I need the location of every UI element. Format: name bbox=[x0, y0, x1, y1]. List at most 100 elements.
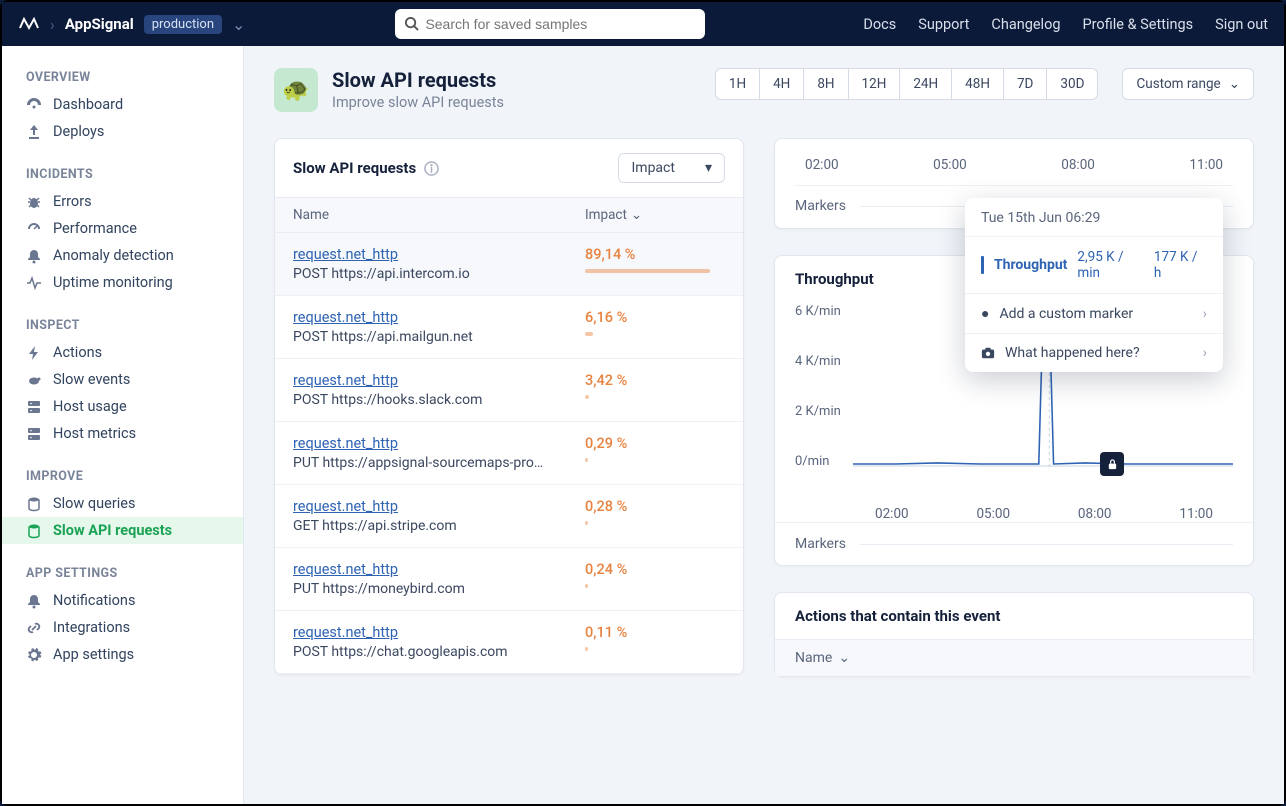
time-range-button[interactable]: 48H bbox=[952, 68, 1004, 100]
x-axis-label: 11:00 bbox=[1179, 506, 1213, 522]
tooltip-metric-name: Throughput bbox=[994, 257, 1067, 273]
top-nav: › AppSignal production ⌄ Docs Support Chan… bbox=[2, 2, 1284, 46]
sidebar-item[interactable]: Host usage bbox=[2, 393, 243, 420]
impact-bar bbox=[585, 521, 588, 525]
bolt-icon bbox=[26, 345, 42, 361]
actions-title: Actions that contain this event bbox=[775, 593, 1253, 639]
time-range-button[interactable]: 4H bbox=[760, 68, 804, 100]
table-row[interactable]: request.net_http PUT https://moneybird.c… bbox=[275, 548, 743, 611]
sidebar-section-title: INSPECT bbox=[2, 310, 243, 339]
sidebar-item[interactable]: Notifications bbox=[2, 587, 243, 614]
request-link[interactable]: request.net_http bbox=[293, 561, 585, 578]
what-happened-button[interactable]: What happened here? › bbox=[965, 333, 1223, 372]
request-link[interactable]: request.net_http bbox=[293, 624, 585, 641]
add-marker-button[interactable]: ● Add a custom marker › bbox=[965, 293, 1223, 333]
nav-link[interactable]: Changelog bbox=[991, 16, 1060, 33]
sidebar-item-label: Anomaly detection bbox=[53, 247, 174, 264]
sidebar-item[interactable]: Slow events bbox=[2, 366, 243, 393]
impact-select[interactable]: Impact ▾ bbox=[618, 153, 725, 183]
table-row[interactable]: request.net_http POST https://chat.googl… bbox=[275, 611, 743, 674]
request-link[interactable]: request.net_http bbox=[293, 372, 585, 389]
dashboard-icon bbox=[26, 97, 42, 113]
sidebar-item[interactable]: App settings bbox=[2, 641, 243, 668]
sidebar-item[interactable]: Deploys bbox=[2, 118, 243, 145]
time-range-button[interactable]: 24H bbox=[900, 68, 952, 100]
impact-bar bbox=[585, 269, 710, 273]
table-row[interactable]: request.net_http POST https://api.mailgu… bbox=[275, 296, 743, 359]
request-link[interactable]: request.net_http bbox=[293, 498, 585, 515]
chevron-right-icon: › bbox=[1203, 306, 1207, 322]
server-icon bbox=[26, 426, 42, 442]
tooltip-per-min: 2,95 K / min bbox=[1077, 249, 1148, 281]
link-icon bbox=[26, 620, 42, 636]
time-range-button[interactable]: 1H bbox=[715, 68, 760, 100]
impact-bar bbox=[585, 584, 588, 588]
sidebar-item[interactable]: Integrations bbox=[2, 614, 243, 641]
impact-value: 3,42 % bbox=[585, 372, 725, 389]
sidebar-item[interactable]: Errors bbox=[2, 188, 243, 215]
sidebar-item[interactable]: Slow queries bbox=[2, 490, 243, 517]
actions-header-name[interactable]: Name ⌄ bbox=[775, 639, 1253, 676]
request-link[interactable]: request.net_http bbox=[293, 246, 585, 263]
column-header-name[interactable]: Name bbox=[293, 207, 585, 223]
nav-link[interactable]: Support bbox=[918, 16, 969, 33]
time-range-button[interactable]: 12H bbox=[849, 68, 901, 100]
slow-requests-card: Slow API requests Impact ▾ Name bbox=[274, 138, 744, 675]
table-row[interactable]: request.net_http GET https://api.stripe.… bbox=[275, 485, 743, 548]
table-row[interactable]: request.net_http POST https://api.interc… bbox=[275, 233, 743, 296]
sidebar-item[interactable]: Dashboard bbox=[2, 91, 243, 118]
table-row[interactable]: request.net_http PUT https://appsignal-s… bbox=[275, 422, 743, 485]
x-axis-label: 08:00 bbox=[1078, 506, 1112, 522]
impact-value: 0,24 % bbox=[585, 561, 725, 578]
sidebar-item[interactable]: Host metrics bbox=[2, 420, 243, 447]
time-tick: 11:00 bbox=[1189, 157, 1223, 173]
request-detail: POST https://chat.googleapis.com bbox=[293, 644, 585, 660]
nav-link[interactable]: Sign out bbox=[1215, 16, 1268, 33]
sidebar-item[interactable]: Performance bbox=[2, 215, 243, 242]
sidebar-item-label: Slow events bbox=[53, 371, 130, 388]
request-detail: GET https://api.stripe.com bbox=[293, 518, 585, 534]
chevron-right-icon: › bbox=[50, 15, 55, 34]
search-input[interactable] bbox=[395, 9, 705, 39]
time-range-button[interactable]: 30D bbox=[1047, 68, 1098, 100]
sidebar-item-label: Dashboard bbox=[53, 96, 123, 113]
sidebar-item[interactable]: Actions bbox=[2, 339, 243, 366]
server-icon bbox=[26, 399, 42, 415]
app-name[interactable]: AppSignal bbox=[65, 15, 134, 33]
table-row[interactable]: request.net_http POST https://hooks.slac… bbox=[275, 359, 743, 422]
sidebar-item-label: Actions bbox=[53, 344, 102, 361]
camera-icon bbox=[981, 346, 995, 360]
caret-down-icon: ▾ bbox=[705, 160, 712, 176]
impact-value: 89,14 % bbox=[585, 246, 725, 263]
time-range-button[interactable]: 7D bbox=[1004, 68, 1047, 100]
column-header-impact[interactable]: Impact ⌄ bbox=[585, 207, 725, 223]
impact-bar bbox=[585, 647, 588, 651]
marker-icon: ● bbox=[981, 305, 989, 322]
custom-range-button[interactable]: Custom range ⌄ bbox=[1122, 68, 1254, 100]
info-icon[interactable] bbox=[424, 161, 439, 176]
nav-link[interactable]: Docs bbox=[863, 16, 896, 33]
lock-marker-icon[interactable] bbox=[1100, 452, 1124, 476]
sidebar-item[interactable]: Slow API requests bbox=[2, 517, 243, 544]
sidebar-item[interactable]: Uptime monitoring bbox=[2, 269, 243, 296]
x-axis-label: 02:00 bbox=[875, 506, 909, 522]
sidebar-item-label: Host metrics bbox=[53, 425, 136, 442]
request-detail: POST https://api.mailgun.net bbox=[293, 329, 585, 345]
markers-line bbox=[860, 544, 1233, 545]
time-range-button[interactable]: 8H bbox=[804, 68, 848, 100]
sidebar: OVERVIEWDashboardDeploysINCIDENTSErrorsP… bbox=[2, 46, 244, 804]
chevron-down-icon[interactable]: ⌄ bbox=[232, 15, 245, 34]
request-detail: PUT https://appsignal-sourcemaps-pro… bbox=[293, 455, 585, 471]
deploy-icon bbox=[26, 124, 42, 140]
request-link[interactable]: request.net_http bbox=[293, 435, 585, 452]
y-axis-label: 0/min bbox=[795, 454, 829, 469]
nav-link[interactable]: Profile & Settings bbox=[1083, 16, 1194, 33]
db-icon bbox=[26, 496, 42, 512]
tooltip-color-bar bbox=[981, 256, 984, 274]
tooltip-time: Tue 15th Jun 06:29 bbox=[965, 198, 1223, 237]
request-link[interactable]: request.net_http bbox=[293, 309, 585, 326]
impact-value: 0,29 % bbox=[585, 435, 725, 452]
gear-icon bbox=[26, 647, 42, 663]
sidebar-item[interactable]: Anomaly detection bbox=[2, 242, 243, 269]
env-badge[interactable]: production bbox=[144, 15, 222, 34]
